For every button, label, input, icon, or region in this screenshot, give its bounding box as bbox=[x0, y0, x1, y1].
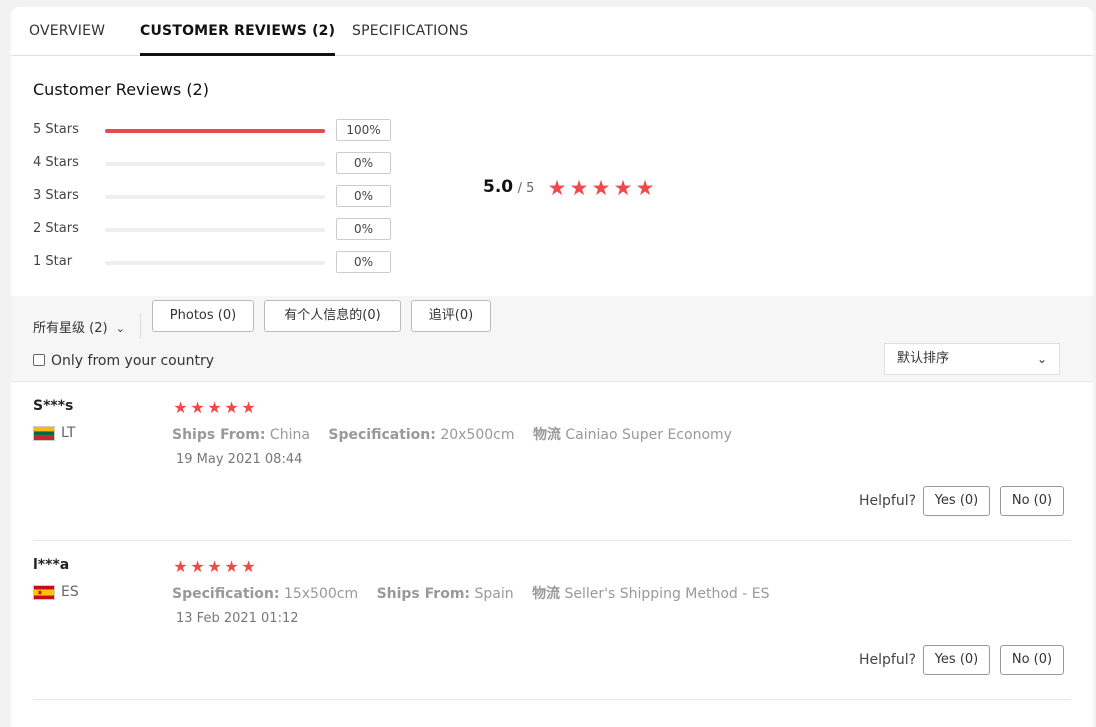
meta-value: China bbox=[269, 427, 310, 443]
photos-filter-button[interactable]: Photos (0) bbox=[152, 300, 254, 332]
helpful-yes-button[interactable]: Yes (0) bbox=[923, 486, 990, 516]
reviewer-name: l***a bbox=[33, 557, 70, 573]
chevron-down-icon: ⌄ bbox=[115, 322, 125, 335]
meta-value: 20x500cm bbox=[440, 427, 515, 443]
tab-specifications[interactable]: SPECIFICATIONS bbox=[352, 23, 468, 56]
meta-key: 物流 bbox=[532, 427, 561, 443]
review-meta: Ships From: China Specification: 20x500c… bbox=[172, 424, 746, 444]
rating-row-5: 5 Stars 100% bbox=[33, 118, 413, 142]
reviews-heading: Customer Reviews (2) bbox=[33, 80, 209, 99]
star-icon: ★ bbox=[591, 176, 611, 200]
rating-bar bbox=[105, 162, 325, 166]
star-icon: ★ bbox=[224, 557, 239, 576]
meta-key: Ships From: bbox=[172, 427, 266, 443]
helpful-no-button[interactable]: No (0) bbox=[1000, 486, 1064, 516]
average-max: / 5 bbox=[517, 181, 535, 196]
lithuania-flag-icon bbox=[33, 426, 55, 441]
meta-ships-from: Ships From: China bbox=[172, 427, 310, 443]
star-icon: ★ bbox=[173, 398, 188, 417]
star-icon: ★ bbox=[224, 398, 239, 417]
star-icon: ★ bbox=[207, 398, 222, 417]
rating-percent: 0% bbox=[336, 185, 391, 207]
meta-key: Specification: bbox=[172, 586, 280, 602]
review-item: S***s LT ★ ★ ★ ★ ★ Ships From: China Specifi… bbox=[33, 382, 1071, 541]
review-date: 13 Feb 2021 01:12 bbox=[176, 611, 299, 626]
rating-percent: 0% bbox=[336, 251, 391, 273]
reviewer-country: LT bbox=[61, 425, 76, 441]
rating-percent: 0% bbox=[336, 218, 391, 240]
reviewer-country: ES bbox=[61, 584, 79, 600]
meta-logistics: 物流 Seller's Shipping Method - ES bbox=[532, 586, 769, 602]
helpful-label: Helpful? bbox=[859, 652, 917, 668]
tab-customer-reviews[interactable]: CUSTOMER REVIEWS (2) bbox=[140, 23, 336, 56]
helpful-no-button[interactable]: No (0) bbox=[1000, 645, 1064, 675]
product-detail-panel: OVERVIEW CUSTOMER REVIEWS (2) SPECIFICAT… bbox=[11, 7, 1093, 727]
personal-info-filter-button[interactable]: 有个人信息的(0) bbox=[264, 300, 401, 332]
spain-flag-icon bbox=[33, 585, 55, 600]
meta-value: Cainiao Super Economy bbox=[565, 427, 732, 443]
sort-dropdown[interactable]: 默认排序 ⌄ bbox=[884, 343, 1060, 375]
average-stars: ★ ★ ★ ★ ★ bbox=[546, 176, 656, 200]
rating-row-2: 2 Stars 0% bbox=[33, 217, 413, 241]
meta-key: Specification: bbox=[328, 427, 436, 443]
review-item: l***a ES ★ ★ ★ ★ ★ Specification: 15x500cm S… bbox=[33, 541, 1071, 700]
rating-row-4: 4 Stars 0% bbox=[33, 151, 413, 175]
star-icon: ★ bbox=[190, 557, 205, 576]
meta-value: Seller's Shipping Method - ES bbox=[564, 586, 770, 602]
rating-label: 3 Stars bbox=[33, 188, 79, 203]
rating-bar bbox=[105, 228, 325, 232]
meta-key: Ships From: bbox=[376, 586, 471, 602]
meta-key: 物流 bbox=[532, 586, 561, 602]
rating-bar bbox=[105, 129, 325, 133]
divider bbox=[140, 313, 141, 339]
review-stars: ★ ★ ★ ★ ★ bbox=[172, 557, 257, 576]
star-icon: ★ bbox=[241, 398, 256, 417]
review-stars: ★ ★ ★ ★ ★ bbox=[172, 398, 257, 417]
rating-percent: 100% bbox=[336, 119, 391, 141]
tab-bar: OVERVIEW CUSTOMER REVIEWS (2) SPECIFICAT… bbox=[11, 7, 1093, 56]
rating-label: 4 Stars bbox=[33, 155, 79, 170]
rating-bar-fill bbox=[105, 129, 325, 133]
meta-logistics: 物流 Cainiao Super Economy bbox=[533, 427, 732, 443]
average-rating: 5.0 / 5 bbox=[483, 177, 534, 197]
rating-label: 2 Stars bbox=[33, 221, 79, 236]
rating-filter-label: 所有星级 (2) bbox=[33, 321, 108, 336]
review-filter-bar: 所有星级 (2) ⌄ Photos (0) 有个人信息的(0) 追评(0) On… bbox=[11, 296, 1093, 382]
meta-value: Spain bbox=[474, 586, 514, 602]
tab-overview[interactable]: OVERVIEW bbox=[29, 23, 105, 56]
review-date: 19 May 2021 08:44 bbox=[176, 452, 303, 467]
rating-row-1: 1 Star 0% bbox=[33, 250, 413, 274]
checkbox-icon[interactable] bbox=[33, 354, 45, 366]
star-icon: ★ bbox=[613, 176, 633, 200]
average-score: 5.0 bbox=[483, 177, 514, 197]
rating-bar bbox=[105, 195, 325, 199]
reviewer-name: S***s bbox=[33, 398, 74, 414]
rating-row-3: 3 Stars 0% bbox=[33, 184, 413, 208]
star-icon: ★ bbox=[173, 557, 188, 576]
country-filter-checkbox[interactable]: Only from your country bbox=[33, 353, 214, 369]
rating-filter-dropdown[interactable]: 所有星级 (2) ⌄ bbox=[33, 317, 125, 336]
rating-bar bbox=[105, 261, 325, 265]
star-icon: ★ bbox=[635, 176, 655, 200]
star-icon: ★ bbox=[241, 557, 256, 576]
sort-label: 默认排序 bbox=[897, 351, 950, 366]
meta-specification: Specification: 15x500cm bbox=[172, 586, 358, 602]
follow-up-filter-button[interactable]: 追评(0) bbox=[411, 300, 491, 332]
meta-value: 15x500cm bbox=[283, 586, 359, 602]
rating-label: 1 Star bbox=[33, 254, 73, 269]
rating-label: 5 Stars bbox=[33, 122, 79, 137]
meta-ships-from: Ships From: Spain bbox=[377, 586, 514, 602]
star-icon: ★ bbox=[547, 176, 567, 200]
chevron-down-icon: ⌄ bbox=[1036, 352, 1047, 366]
helpful-label: Helpful? bbox=[859, 493, 917, 509]
rating-percent: 0% bbox=[336, 152, 391, 174]
meta-specification: Specification: 20x500cm bbox=[328, 427, 514, 443]
star-icon: ★ bbox=[190, 398, 205, 417]
helpful-yes-button[interactable]: Yes (0) bbox=[923, 645, 990, 675]
country-filter-label: Only from your country bbox=[51, 353, 215, 369]
review-meta: Specification: 15x500cm Ships From: Spai… bbox=[172, 583, 783, 603]
star-icon: ★ bbox=[569, 176, 589, 200]
star-icon: ★ bbox=[207, 557, 222, 576]
